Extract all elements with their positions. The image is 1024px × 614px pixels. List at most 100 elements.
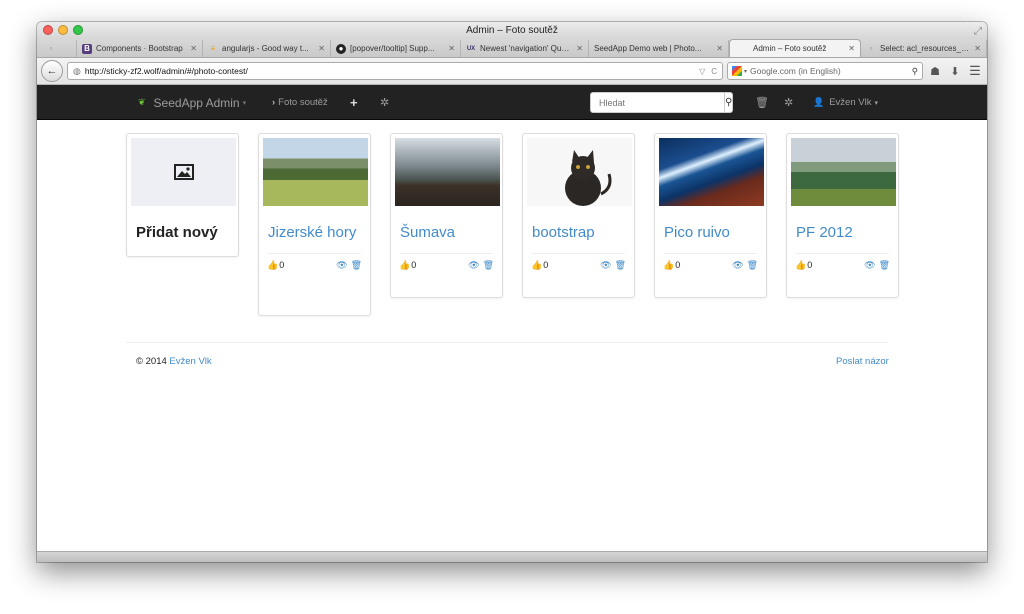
likes-count: 0 [807, 260, 813, 270]
user-icon: 👤 [813, 97, 825, 107]
leaf-icon: ❦ [138, 97, 146, 107]
photo-title[interactable]: Pico ruivo [655, 210, 766, 242]
card-meta: 👍0 👁 🗑 [523, 260, 634, 279]
close-tab-icon[interactable]: ✕ [848, 44, 855, 53]
address-bar[interactable]: ◍ http://sticky-zf2.wolf/admin/#/photo-c… [67, 62, 723, 80]
tab-seedapp-demo[interactable]: SeedApp Demo web | Photo... ✕ [589, 40, 729, 57]
thumbs-up-icon: 👍 [663, 260, 675, 270]
picture-icon [173, 164, 194, 180]
close-tab-icon[interactable]: ✕ [448, 44, 455, 53]
close-tab-icon[interactable]: ✕ [974, 44, 981, 53]
user-menu[interactable]: 👤 Evžen Vlk ▾ [813, 85, 878, 120]
thumbs-up-icon: 👍 [267, 260, 279, 270]
tab-label: [popover/tooltip] Supp... [350, 44, 435, 53]
author-link[interactable]: Evžen Vlk [169, 356, 211, 367]
fullscreen-icon[interactable]: ⤢ [974, 23, 982, 40]
back-button[interactable]: ← [41, 60, 63, 82]
trash-icon[interactable]: 🗑 [879, 260, 890, 271]
main-content: Přidat nový Jizerské hory 👍0 👁 🗑 Šumava 👍… [37, 120, 987, 552]
card-meta: 👍0 👁 🗑 [655, 260, 766, 279]
thumbs-up-icon: 👍 [399, 260, 411, 270]
tab-admin-active[interactable]: Admin – Foto soutěž ✕ [729, 39, 861, 57]
close-tab-icon[interactable]: ✕ [576, 44, 583, 53]
tab-pinned[interactable]: ▫ [41, 40, 77, 57]
trash-icon[interactable]: 🗑 [483, 260, 494, 271]
trash-icon[interactable]: 🗑 [747, 260, 758, 271]
likes: 👍0 [795, 260, 812, 271]
breadcrumb-label: Foto soutěž [278, 97, 328, 108]
photo-card: Šumava 👍0 👁 🗑 [390, 133, 503, 298]
browser-window: Admin – Foto soutěž ⤢ ▫ B Components · B… [37, 22, 987, 562]
trash-icon[interactable]: 🗑 [615, 260, 626, 271]
card-actions: 👁 🗑 [336, 260, 362, 271]
search-input[interactable] [590, 92, 725, 113]
tab-navigation-questions[interactable]: UX Newest 'navigation' Que... ✕ [461, 40, 589, 57]
card-actions: 👁 🗑 [468, 260, 494, 271]
arrow-left-icon: ← [46, 65, 58, 77]
bookmark-icon[interactable]: ☗ [927, 62, 943, 80]
caret-icon: ▾ [874, 99, 878, 107]
add-new-card[interactable]: Přidat nový [126, 133, 239, 257]
card-divider [400, 253, 493, 254]
minimize-window-button[interactable] [58, 25, 68, 35]
url-text: http://sticky-zf2.wolf/admin/#/photo-con… [84, 66, 248, 76]
photo-thumbnail[interactable] [791, 138, 896, 206]
magnifier-icon[interactable]: ⚲ [912, 66, 918, 77]
brand-menu[interactable]: ❦ SeedApp Admin ▾ [138, 85, 246, 120]
trash-icon[interactable]: 🗑 [755, 85, 769, 120]
close-tab-icon[interactable]: ✕ [716, 44, 723, 53]
zoom-window-button[interactable] [73, 25, 83, 35]
app-navbar: ❦ SeedApp Admin ▾ › Foto soutěž + ✲ ⚲ 🗑 … [37, 85, 987, 120]
likes-count: 0 [675, 260, 681, 270]
browser-search-bar[interactable]: ▾ Google.com (in English) ⚲ [727, 62, 923, 80]
dropdown-arrow-icon[interactable]: ▽ [699, 67, 705, 76]
eye-icon[interactable]: 👁 [468, 260, 479, 271]
document-icon: ▫ [49, 44, 53, 53]
copyright-text: © 2014 [136, 356, 167, 367]
photo-card: Pico ruivo 👍0 👁 🗑 [654, 133, 767, 298]
photo-title[interactable]: PF 2012 [787, 210, 898, 242]
tab-bootstrap-components[interactable]: B Components · Bootstrap ✕ [77, 40, 203, 57]
tab-select-acl[interactable]: ▫ Select: acl_resources_u... ✕ [861, 40, 987, 57]
caret-icon: ▾ [242, 99, 247, 107]
chevron-right-icon: › [272, 97, 276, 108]
chevron-down-icon[interactable]: ▾ [744, 68, 747, 75]
likes-count: 0 [411, 260, 417, 270]
reload-icon[interactable]: C [711, 67, 717, 76]
photo-title[interactable]: bootstrap [523, 210, 634, 242]
photo-thumbnail[interactable] [527, 138, 632, 206]
window-title: Admin – Foto soutěž [466, 25, 558, 36]
photo-title[interactable]: Šumava [391, 210, 502, 242]
cat-photo [527, 138, 632, 206]
eye-icon[interactable]: 👁 [336, 260, 347, 271]
download-icon[interactable]: ⬇ [947, 62, 963, 80]
tab-angularjs[interactable]: ≡ angularjs - Good way t... ✕ [203, 40, 331, 57]
card-divider [268, 253, 361, 254]
footer-divider [126, 342, 887, 343]
search-button[interactable]: ⚲ [725, 92, 734, 113]
photo-thumbnail[interactable] [263, 138, 368, 206]
breadcrumb-photo-contest[interactable]: › Foto soutěž [272, 85, 328, 120]
photo-thumbnail[interactable] [659, 138, 764, 206]
feedback-link[interactable]: Poslat názor [836, 356, 889, 367]
settings-gear-icon[interactable]: ✲ [784, 85, 793, 120]
globe-icon: ◍ [73, 65, 81, 76]
menu-icon[interactable]: ☰ [967, 62, 983, 80]
close-window-button[interactable] [43, 25, 53, 35]
add-icon[interactable]: + [350, 85, 358, 120]
eye-icon[interactable]: 👁 [864, 260, 875, 271]
eye-icon[interactable]: 👁 [600, 260, 611, 271]
photo-title[interactable]: Jizerské hory [259, 210, 370, 242]
thumbs-up-icon: 👍 [531, 260, 543, 270]
gear-icon[interactable]: ✲ [380, 85, 389, 120]
tab-strip: ▫ B Components · Bootstrap ✕ ≡ angularjs… [37, 39, 987, 58]
close-tab-icon[interactable]: ✕ [318, 44, 325, 53]
add-new-title: Přidat nový [136, 224, 218, 241]
app-search-form: ⚲ [590, 92, 734, 113]
close-tab-icon[interactable]: ✕ [190, 44, 197, 53]
trash-icon[interactable]: 🗑 [351, 260, 362, 271]
eye-icon[interactable]: 👁 [732, 260, 743, 271]
tab-popover[interactable]: ● [popover/tooltip] Supp... ✕ [331, 40, 461, 57]
brand-name: SeedApp Admin [153, 95, 240, 110]
photo-thumbnail[interactable] [395, 138, 500, 206]
